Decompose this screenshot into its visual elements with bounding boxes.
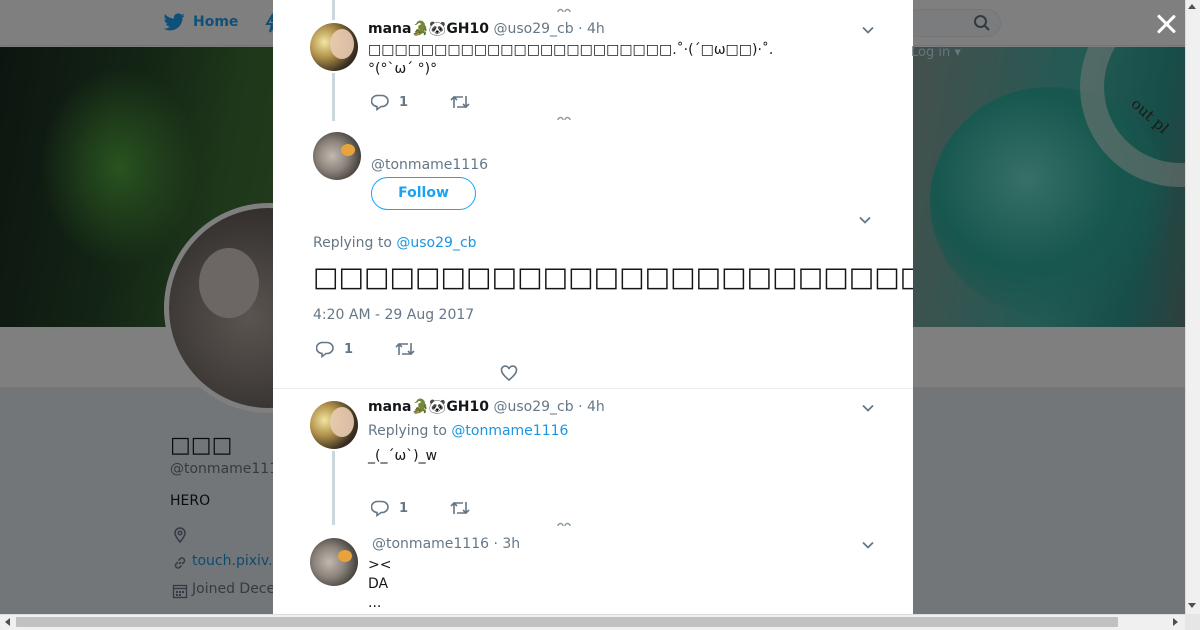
page: Home out pl Log in ▾ □□□ @tonmame1116 HE… xyxy=(0,0,1200,630)
reply-button[interactable]: 1 xyxy=(371,499,408,517)
tweet-modal: mana🐊🐼GH10 @uso29_cb · 4h □□□□□□□□□□□□□□… xyxy=(273,0,913,614)
reply-icon xyxy=(316,341,334,358)
replying-to: Replying to @uso29_cb xyxy=(313,235,477,251)
retweet-icon xyxy=(395,342,415,356)
tweet-text-line: °(°`ω´ °)° xyxy=(368,61,438,77)
replying-to-prefix: Replying to xyxy=(313,235,397,251)
scrollbar-corner xyxy=(1185,614,1200,630)
main-tweet-handle[interactable]: @tonmame1116 xyxy=(371,157,488,173)
more-replies-icon xyxy=(557,116,571,121)
more-replies-icon xyxy=(557,8,571,13)
tweet-header: @tonmame1116 · 3h xyxy=(372,536,520,552)
vertical-scrollbar[interactable] xyxy=(1185,0,1200,614)
tweet-header: mana🐊🐼GH10 @uso29_cb · 4h xyxy=(368,21,605,37)
reply-icon xyxy=(371,94,389,111)
reply-icon xyxy=(371,500,389,517)
main-tweet-text: □□□□□□□□□□□□□□□□□□□□□□□□(;o;) □□□□□□□□□□… xyxy=(313,262,913,293)
follow-button[interactable]: Follow xyxy=(371,177,476,210)
scroll-right-arrow[interactable] xyxy=(1173,618,1178,626)
retweet-button[interactable] xyxy=(395,340,415,358)
tweet-author-name[interactable]: mana🐊🐼GH10 xyxy=(368,399,489,415)
tweet-text-line: DA xyxy=(368,576,389,592)
avatar[interactable] xyxy=(310,23,358,71)
like-button[interactable] xyxy=(500,364,518,382)
avatar[interactable] xyxy=(310,538,358,586)
replying-to-link[interactable]: @tonmame1116 xyxy=(451,423,568,439)
tweet-author-handle[interactable]: @tonmame1116 xyxy=(372,536,489,552)
scroll-up-arrow[interactable] xyxy=(1188,4,1196,9)
replying-to-link[interactable]: @uso29_cb xyxy=(396,235,476,251)
thread-connector xyxy=(332,73,335,121)
retweet-icon xyxy=(450,95,470,109)
caret-down-icon[interactable] xyxy=(862,26,874,34)
tweet-author-name[interactable]: mana🐊🐼GH10 xyxy=(368,21,489,37)
caret-down-icon[interactable] xyxy=(862,541,874,549)
tweet-time[interactable]: · 4h xyxy=(578,21,605,37)
tweet-text-line: ... xyxy=(368,595,382,611)
more-replies-icon xyxy=(557,522,571,527)
thread-connector xyxy=(332,451,335,525)
close-icon[interactable] xyxy=(1156,14,1176,34)
horizontal-scrollbar-thumb[interactable] xyxy=(16,617,1118,627)
login-link[interactable]: Log in ▾ xyxy=(911,45,961,60)
avatar[interactable] xyxy=(310,401,358,449)
main-tweet-timestamp[interactable]: 4:20 AM - 29 Aug 2017 xyxy=(313,307,474,323)
avatar[interactable] xyxy=(313,132,361,180)
retweet-button[interactable] xyxy=(450,93,470,111)
tweet-text-line: >< xyxy=(368,557,392,573)
like-icon xyxy=(500,365,518,382)
replying-to-prefix: Replying to xyxy=(368,423,452,439)
reply-button[interactable]: 1 xyxy=(371,93,408,111)
tweet-time[interactable]: · 3h xyxy=(493,536,520,552)
scroll-left-arrow[interactable] xyxy=(5,618,10,626)
tweet-author-handle[interactable]: @uso29_cb xyxy=(493,399,573,415)
reply-count: 1 xyxy=(399,500,409,516)
tweet-header: mana🐊🐼GH10 @uso29_cb · 4h xyxy=(368,399,605,415)
reply-count: 1 xyxy=(399,94,409,110)
caret-down-icon[interactable] xyxy=(862,404,874,412)
scroll-down-arrow[interactable] xyxy=(1188,603,1196,608)
tweet-time[interactable]: · 4h xyxy=(578,399,605,415)
divider xyxy=(273,388,913,389)
caret-down-icon[interactable] xyxy=(859,216,871,224)
retweet-button[interactable] xyxy=(450,499,470,517)
tweet-text: □□□□□□□□□□□□□□□□□□□□□□□.˚·(´□ω□□)·˚. °(°… xyxy=(368,41,773,79)
replying-to: Replying to @tonmame1116 xyxy=(368,423,568,439)
tweet-text-line: □□□□□□□□□□□□□□□□□□□□□□□.˚·(´□ω□□)·˚. xyxy=(368,42,774,58)
tweet-author-handle[interactable]: @uso29_cb xyxy=(493,21,573,37)
retweet-icon xyxy=(450,501,470,515)
tweet-text: _(_´ω`)_w xyxy=(368,448,438,464)
reply-button[interactable]: 1 xyxy=(316,340,353,358)
reply-count: 1 xyxy=(344,341,354,357)
tweet-text: >< DA ... xyxy=(368,556,391,613)
thread-connector xyxy=(332,0,335,20)
